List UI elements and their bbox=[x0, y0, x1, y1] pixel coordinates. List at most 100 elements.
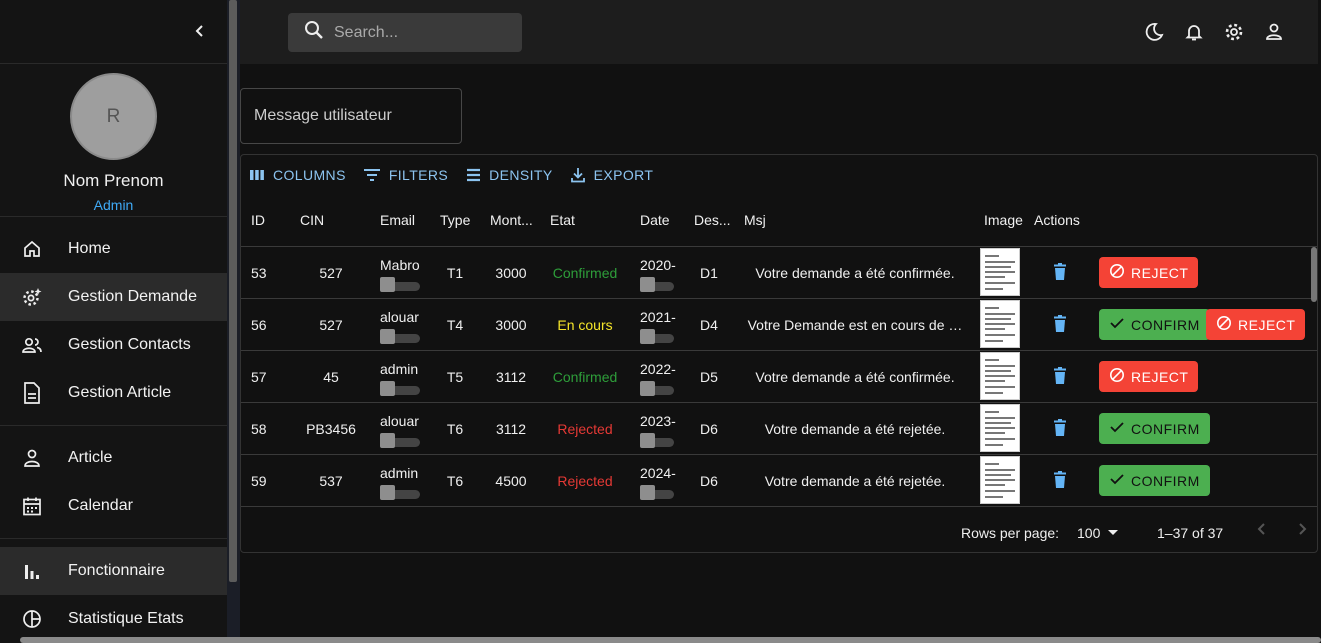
nav-group: Article Calendar bbox=[0, 426, 227, 539]
cell-cin: 45 bbox=[323, 369, 339, 385]
reject-button[interactable]: REJECT bbox=[1099, 257, 1199, 288]
gear-sparkle-icon bbox=[20, 285, 44, 309]
grid-footer: Rows per page: 100 1–37 of 37 bbox=[241, 507, 1317, 559]
date-toggle[interactable] bbox=[640, 433, 676, 449]
column-header-etat[interactable]: Etat bbox=[550, 212, 575, 228]
date-toggle[interactable] bbox=[640, 329, 676, 345]
table-row[interactable]: 53 527 Mabro T1 3000 Confirmed 2020- D1 Votre de… bbox=[241, 247, 1317, 299]
column-header-cin[interactable]: CIN bbox=[300, 212, 324, 228]
sidebar-item-gestion-contacts[interactable]: Gestion Contacts bbox=[0, 321, 227, 369]
export-label: EXPORT bbox=[593, 167, 654, 183]
grid-scrollbar[interactable] bbox=[1311, 247, 1317, 302]
email-toggle[interactable] bbox=[380, 485, 420, 501]
document-thumbnail[interactable] bbox=[980, 352, 1020, 400]
table-row[interactable]: 57 45 admin T5 3112 Confirmed 2022- D5 Votre dem… bbox=[241, 351, 1317, 403]
confirm-button[interactable]: CONFIRM bbox=[1099, 465, 1210, 496]
column-header-email[interactable]: Email bbox=[380, 212, 415, 228]
column-header-type[interactable]: Type bbox=[440, 212, 470, 228]
next-page-icon[interactable] bbox=[1295, 521, 1309, 540]
table-row[interactable]: 56 527 alouar T4 3000 En cours 2021- D4 Votre De… bbox=[241, 299, 1317, 351]
download-icon bbox=[570, 168, 585, 183]
document-thumbnail[interactable] bbox=[980, 456, 1020, 504]
person-icon bbox=[20, 446, 44, 470]
sidebar-item-gestion-article[interactable]: Gestion Article bbox=[0, 369, 227, 417]
density-label: DENSITY bbox=[489, 167, 553, 183]
sidebar-item-fonctionnaire[interactable]: Fonctionnaire bbox=[0, 547, 227, 595]
sidebar-item-article[interactable]: Article bbox=[0, 434, 227, 482]
search-icon bbox=[304, 20, 324, 45]
confirm-button[interactable]: CONFIRM bbox=[1099, 309, 1210, 340]
bell-icon[interactable] bbox=[1182, 20, 1206, 44]
columns-button[interactable]: COLUMNS bbox=[249, 167, 346, 183]
calendar-icon bbox=[20, 494, 44, 518]
date-toggle[interactable] bbox=[640, 381, 676, 397]
column-header-date[interactable]: Date bbox=[640, 212, 670, 228]
column-header-montant[interactable]: Mont... bbox=[490, 212, 533, 228]
trash-icon[interactable] bbox=[1052, 315, 1068, 333]
sidebar-item-statistique-etats[interactable]: Statistique Etats bbox=[0, 595, 227, 643]
column-header-image[interactable]: Image bbox=[984, 212, 1023, 228]
column-header-description[interactable]: Des... bbox=[694, 212, 731, 228]
email-toggle[interactable] bbox=[380, 329, 420, 345]
table-row[interactable]: 59 537 admin T6 4500 Rejected 2024- D6 Votre dem… bbox=[241, 455, 1317, 507]
density-button[interactable]: DENSITY bbox=[465, 167, 552, 183]
document-thumbnail[interactable] bbox=[980, 404, 1020, 452]
sidebar-item-gestion-demande[interactable]: Gestion Demande bbox=[0, 273, 227, 321]
column-header-id[interactable]: ID bbox=[251, 212, 265, 228]
confirm-label: CONFIRM bbox=[1131, 472, 1200, 489]
document-thumbnail[interactable] bbox=[980, 300, 1020, 348]
dark-mode-icon[interactable] bbox=[1142, 20, 1166, 44]
cell-email: alouar bbox=[380, 413, 419, 429]
cell-date: 2023- bbox=[640, 413, 676, 429]
export-button[interactable]: EXPORT bbox=[570, 167, 654, 183]
home-icon bbox=[20, 237, 44, 261]
filters-button[interactable]: FILTERS bbox=[363, 167, 448, 183]
sidebar-scrollbar[interactable] bbox=[227, 0, 240, 643]
trash-icon[interactable] bbox=[1052, 263, 1068, 281]
trash-icon[interactable] bbox=[1052, 419, 1068, 437]
sidebar-item-label: Calendar bbox=[68, 497, 133, 514]
table-row[interactable]: 58 PB3456 alouar T6 3112 Rejected 2023- D6 Votre… bbox=[241, 403, 1317, 455]
search-input[interactable] bbox=[334, 23, 504, 42]
confirm-button[interactable]: CONFIRM bbox=[1099, 413, 1210, 444]
sidebar-item-home[interactable]: Home bbox=[0, 225, 227, 273]
trash-icon[interactable] bbox=[1052, 471, 1068, 489]
email-toggle[interactable] bbox=[380, 433, 420, 449]
cell-date: 2020- bbox=[640, 257, 676, 273]
column-header-actions[interactable]: Actions bbox=[1034, 212, 1080, 228]
message-field[interactable] bbox=[240, 88, 462, 144]
reject-button[interactable]: REJECT bbox=[1099, 361, 1199, 392]
chevron-left-icon[interactable] bbox=[189, 20, 211, 42]
cell-description: D6 bbox=[700, 473, 718, 489]
cell-id: 57 bbox=[251, 369, 267, 385]
search-box[interactable] bbox=[288, 13, 522, 52]
column-header-msj[interactable]: Msj bbox=[744, 212, 766, 228]
cell-montant: 4500 bbox=[495, 473, 527, 489]
grid-body: 53 527 Mabro T1 3000 Confirmed 2020- D1 Votre de… bbox=[241, 247, 1317, 507]
email-toggle[interactable] bbox=[380, 381, 420, 397]
rows-per-page-select[interactable]: 100 bbox=[1077, 525, 1119, 541]
topbar bbox=[240, 0, 1318, 64]
trash-icon[interactable] bbox=[1052, 367, 1068, 385]
date-toggle[interactable] bbox=[640, 485, 676, 501]
previous-page-icon[interactable] bbox=[1255, 521, 1269, 540]
cell-type: T4 bbox=[446, 317, 464, 333]
message-input[interactable] bbox=[254, 107, 454, 125]
sidebar-scrollbar-thumb[interactable] bbox=[229, 0, 237, 582]
block-icon bbox=[1216, 315, 1232, 334]
document-thumbnail[interactable] bbox=[980, 248, 1020, 296]
bar-chart-icon bbox=[20, 559, 44, 583]
cell-etat: Confirmed bbox=[552, 265, 618, 281]
email-toggle[interactable] bbox=[380, 277, 420, 293]
profile-section: R Nom Prenom Admin bbox=[0, 64, 227, 217]
horizontal-scrollbar[interactable] bbox=[20, 637, 1321, 643]
person-icon[interactable] bbox=[1262, 20, 1286, 44]
date-toggle[interactable] bbox=[640, 277, 676, 293]
rows-per-page-value: 100 bbox=[1077, 525, 1101, 541]
reject-button[interactable]: REJECT bbox=[1206, 309, 1306, 340]
sidebar-header bbox=[0, 0, 227, 64]
cell-id: 59 bbox=[251, 473, 267, 489]
cell-description: D1 bbox=[700, 265, 718, 281]
gear-icon[interactable] bbox=[1222, 20, 1246, 44]
sidebar-item-calendar[interactable]: Calendar bbox=[0, 482, 227, 530]
